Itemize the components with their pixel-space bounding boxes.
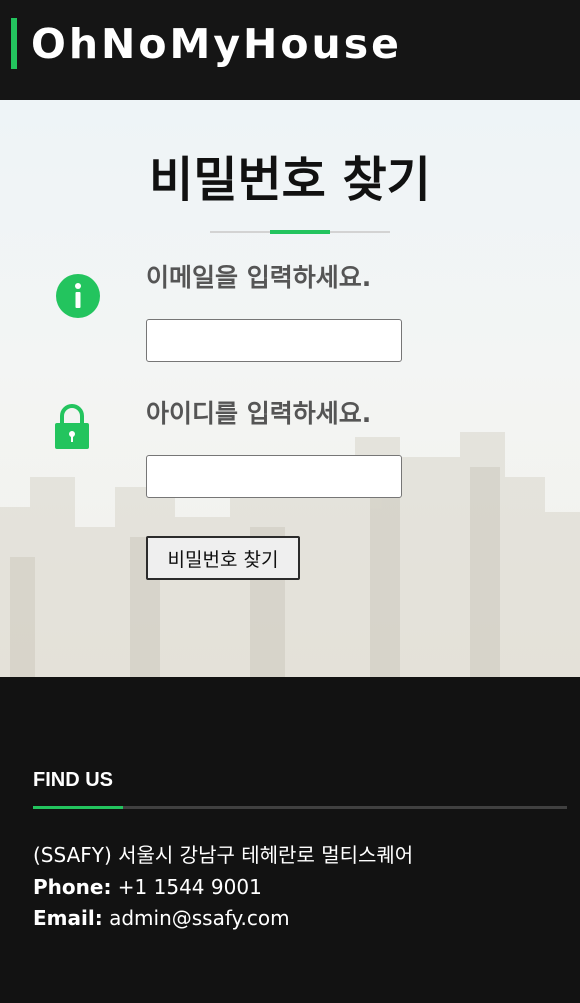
site-footer: FIND US (SSAFY) 서울시 강남구 테헤란로 멀티스퀘어 Phone… — [0, 677, 580, 1003]
brand-accent-bar — [11, 18, 17, 69]
lock-icon — [55, 404, 89, 449]
phone-label: Phone: — [33, 875, 112, 899]
brand-logo[interactable]: OhNoMyHouse — [31, 14, 402, 74]
find-password-section: 비밀번호 찾기 이메일을 입력하세요. 아이디를 입력하세요. 비밀번호 찾기 — [0, 100, 580, 677]
page-title: 비밀번호 찾기 — [149, 152, 431, 208]
footer-address: (SSAFY) 서울시 강남구 테헤란로 멀티스퀘어 — [33, 843, 414, 867]
info-icon — [56, 274, 100, 318]
top-header: OhNoMyHouse — [0, 0, 580, 100]
id-label: 아이디를 입력하세요. — [146, 399, 372, 428]
email-label: 이메일을 입력하세요. — [146, 263, 372, 292]
footer-heading: FIND US — [33, 769, 113, 791]
footer-email: Email: admin@ssafy.com — [33, 905, 290, 931]
email-field[interactable] — [146, 319, 402, 362]
title-divider-accent — [270, 230, 330, 234]
email-value[interactable]: admin@ssafy.com — [109, 906, 290, 930]
id-field[interactable] — [146, 455, 402, 498]
find-password-button[interactable]: 비밀번호 찾기 — [146, 536, 300, 580]
email-label-footer: Email: — [33, 906, 103, 930]
footer-phone: Phone: +1 1544 9001 — [33, 874, 262, 900]
footer-divider-accent — [33, 806, 123, 809]
phone-value: +1 1544 9001 — [117, 875, 262, 899]
